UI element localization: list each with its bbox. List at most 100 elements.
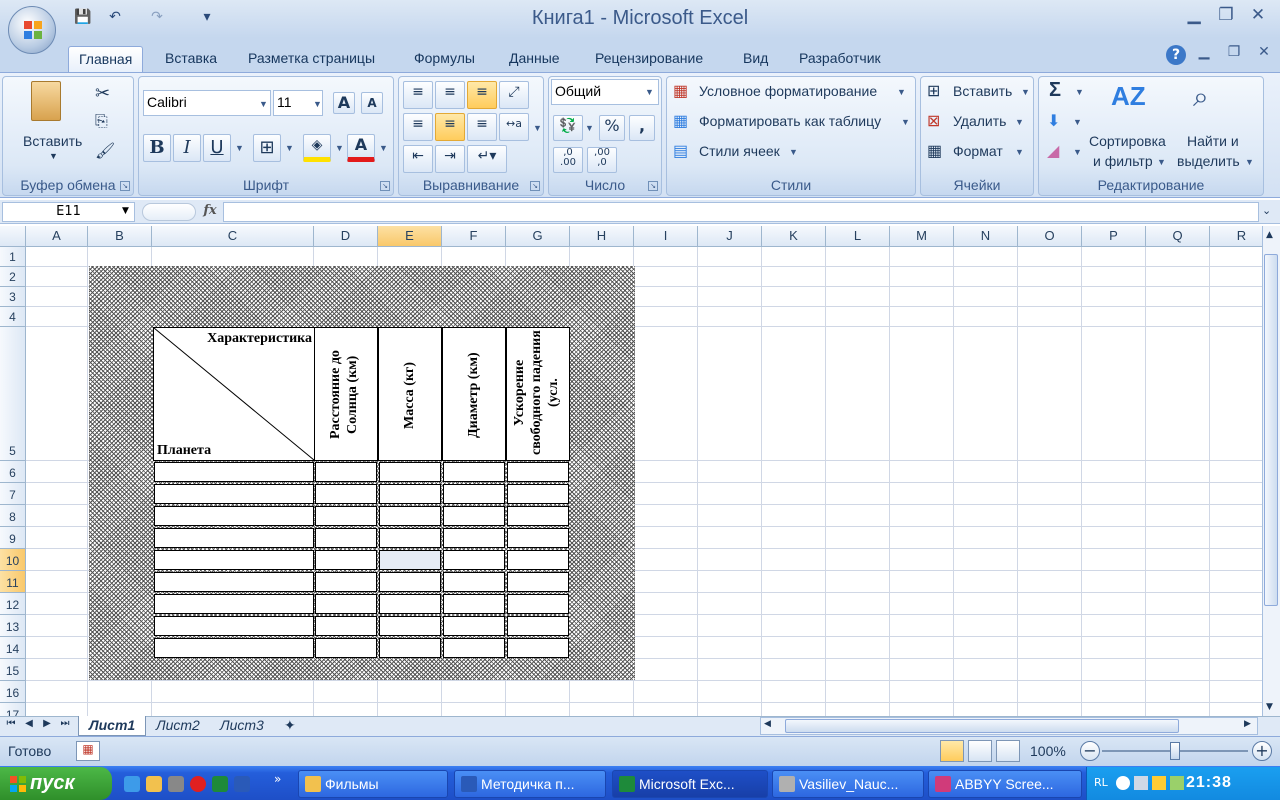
formula-resize-handle[interactable] (142, 203, 196, 221)
paste-button[interactable]: Вставить (23, 133, 82, 149)
zoom-out-button[interactable]: − (1080, 741, 1100, 761)
paste-icon[interactable] (31, 81, 61, 121)
chevron-down-icon[interactable]: ▼ (285, 143, 294, 153)
minimize-button[interactable]: ▁ (1180, 5, 1208, 27)
horizontal-scroll-thumb[interactable] (785, 719, 1179, 733)
taskbar-item-excel[interactable]: Microsoft Exc... (612, 770, 768, 798)
expand-formula-icon[interactable]: ⌄ (1262, 204, 1271, 217)
page-layout-view-button[interactable] (968, 740, 992, 762)
font-color-icon[interactable]: A (347, 134, 375, 162)
language-indicator[interactable]: RL (1094, 776, 1108, 789)
orientation-icon[interactable]: ⤢ (499, 81, 529, 109)
table-header-cell[interactable]: Ускорение свободного падения (усл. (506, 327, 570, 461)
column-header-d[interactable]: D (314, 226, 378, 247)
chevron-down-icon[interactable]: ▼ (1157, 157, 1166, 167)
chevron-down-icon[interactable]: ▼ (1015, 147, 1024, 157)
table-cell[interactable] (154, 572, 314, 592)
table-cell[interactable] (507, 528, 569, 548)
office-button[interactable] (8, 6, 56, 54)
table-cell[interactable] (507, 506, 569, 526)
column-header-e[interactable]: E (378, 226, 442, 247)
tray-back-icon[interactable] (1116, 776, 1130, 790)
percent-button[interactable]: % (599, 115, 625, 141)
chevron-down-icon[interactable]: ▼ (235, 143, 244, 153)
conditional-format-button[interactable]: Условное форматирование (699, 83, 877, 99)
table-cell[interactable] (443, 462, 505, 482)
chevron-down-icon[interactable]: ▼ (585, 123, 594, 133)
row-header-1[interactable]: 1 (0, 247, 26, 267)
table-cell[interactable] (443, 506, 505, 526)
sort-filter-button[interactable]: Сортировка (1089, 133, 1166, 149)
folder-icon[interactable] (146, 776, 162, 792)
tab-view[interactable]: Вид (733, 46, 778, 72)
row-header-9[interactable]: 9 (0, 527, 26, 549)
sheet-tab-3[interactable]: Лист3 (210, 716, 274, 736)
column-header-c[interactable]: C (152, 226, 314, 247)
formula-input[interactable] (223, 202, 1259, 222)
format-as-table-button[interactable]: Форматировать как таблицу (699, 113, 881, 129)
scroll-right-icon[interactable]: ▶ (1244, 719, 1251, 729)
column-header-g[interactable]: G (506, 226, 570, 247)
chevron-down-icon[interactable]: ▼ (1073, 117, 1082, 127)
close-button[interactable]: ✕ (1244, 5, 1272, 27)
column-header-i[interactable]: I (634, 226, 698, 247)
table-cell[interactable] (507, 550, 569, 570)
dialog-launcher-icon[interactable]: ↘ (380, 181, 390, 191)
dialog-launcher-icon[interactable]: ↘ (530, 181, 540, 191)
scroll-down-icon[interactable]: ▼ (1266, 702, 1273, 712)
help-icon[interactable]: ? (1166, 45, 1186, 65)
copy-icon[interactable]: ⎘ (95, 113, 108, 131)
row-header-3[interactable]: 3 (0, 287, 26, 307)
align-top-icon[interactable]: ≡ (403, 81, 433, 109)
borders-icon[interactable]: ⊞ (253, 134, 281, 162)
sheet-tab-1[interactable]: Лист1 (78, 716, 147, 736)
chevron-down-icon[interactable]: ▼ (533, 123, 542, 133)
row-header-8[interactable]: 8 (0, 505, 26, 527)
row-header-5[interactable]: 5 (0, 327, 26, 461)
autosum-button[interactable]: Σ (1049, 79, 1061, 102)
font-name-select[interactable]: Calibri (143, 90, 271, 116)
find-select-button[interactable]: Найти и (1187, 133, 1239, 149)
merge-center-icon[interactable]: ↔a (499, 113, 529, 141)
ie-icon[interactable] (124, 776, 140, 792)
paste-dropdown-icon[interactable]: ▼ (49, 151, 58, 161)
chevron-down-icon[interactable]: ▼ (1075, 87, 1084, 97)
column-header-r[interactable]: R (1210, 226, 1262, 247)
ribbon-restore-button[interactable]: ❐ (1222, 44, 1246, 64)
table-cell[interactable] (154, 506, 314, 526)
fill-color-icon[interactable]: ◈ (303, 134, 331, 162)
insert-function-button[interactable]: fx (198, 202, 222, 222)
align-middle-icon[interactable]: ≡ (435, 81, 465, 109)
row-header-11[interactable]: 11 (0, 571, 26, 593)
table-cell[interactable] (154, 484, 314, 504)
table-cell[interactable] (507, 638, 569, 658)
row-header-16[interactable]: 16 (0, 681, 26, 703)
table-cell[interactable] (507, 616, 569, 636)
table-cell[interactable] (154, 528, 314, 548)
increase-indent-icon[interactable]: ⇥ (435, 145, 465, 173)
currency-format-icon[interactable]: 💱 (553, 115, 583, 141)
ribbon-close-button[interactable]: ✕ (1252, 44, 1276, 64)
table-cell[interactable] (507, 484, 569, 504)
row-header-2[interactable]: 2 (0, 267, 26, 287)
table-cell[interactable] (315, 462, 377, 482)
column-header-o[interactable]: O (1018, 226, 1082, 247)
row-header-7[interactable]: 7 (0, 483, 26, 505)
increase-decimal-button[interactable]: ,0 .00 (553, 147, 583, 173)
cut-icon[interactable]: ✂ (95, 83, 110, 104)
table-cell[interactable] (315, 528, 377, 548)
chevron-down-icon[interactable]: ▼ (897, 87, 906, 97)
column-header-b[interactable]: B (88, 226, 152, 247)
tray-network-icon[interactable] (1134, 776, 1148, 790)
column-header-a[interactable]: A (26, 226, 88, 247)
media-icon[interactable] (168, 776, 184, 792)
table-cell[interactable] (507, 594, 569, 614)
table-cell[interactable] (379, 572, 441, 592)
column-header-p[interactable]: P (1082, 226, 1146, 247)
table-cell[interactable] (443, 616, 505, 636)
clear-icon[interactable]: ◢ (1047, 141, 1059, 161)
chevron-down-icon[interactable]: ▼ (379, 143, 388, 153)
table-cell[interactable] (379, 462, 441, 482)
table-cell[interactable] (154, 462, 314, 482)
clock[interactable]: 21:38 (1186, 774, 1232, 792)
